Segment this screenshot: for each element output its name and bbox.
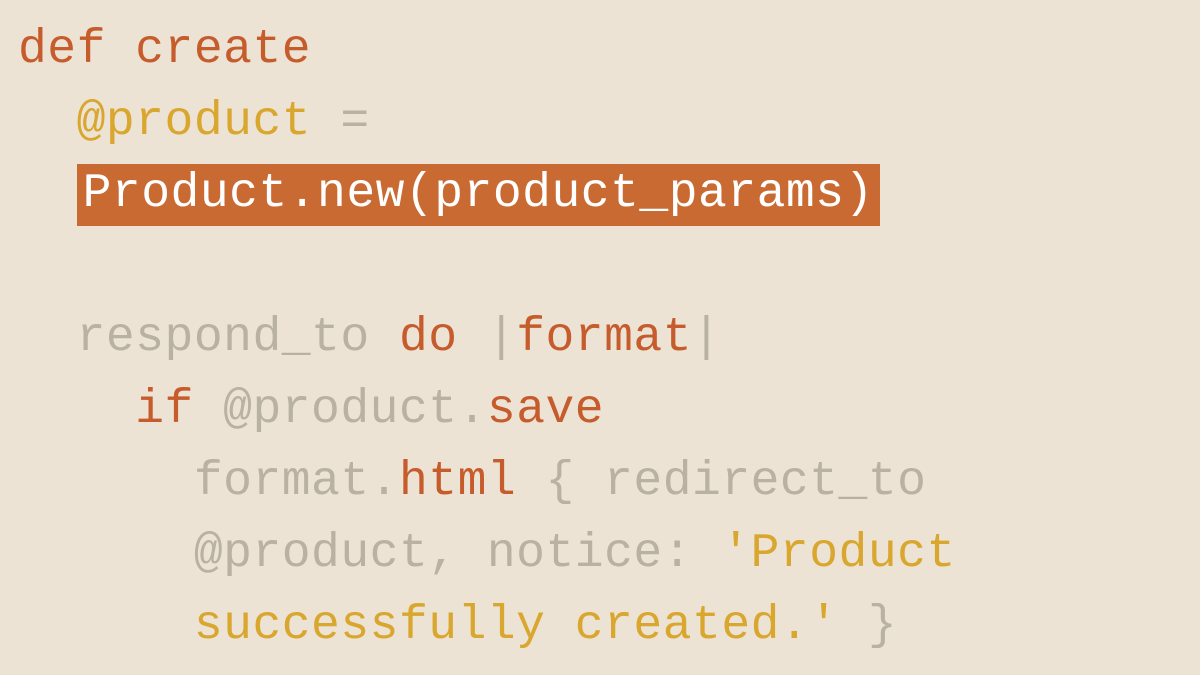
equals: = bbox=[311, 95, 399, 149]
method-html: html bbox=[399, 455, 516, 509]
keyword-if: if bbox=[135, 383, 194, 437]
dot-2: . bbox=[370, 455, 399, 509]
method-name: create bbox=[135, 23, 311, 77]
ivar-product-3: @product bbox=[194, 527, 428, 581]
highlighted-expression: Product.new(product_params) bbox=[77, 164, 880, 226]
pipe-open: | bbox=[458, 311, 517, 365]
code-block: def create @product = Product.new(produc… bbox=[0, 0, 1200, 662]
notice-key: , notice: bbox=[428, 527, 721, 581]
format-var: format bbox=[194, 455, 370, 509]
method-save: save bbox=[487, 383, 604, 437]
dot: . bbox=[458, 383, 487, 437]
ivar-product-2: @product bbox=[194, 383, 458, 437]
block-param-format: format bbox=[516, 311, 692, 365]
keyword-do: do bbox=[399, 311, 458, 365]
string-literal-2: successfully created. bbox=[194, 599, 809, 653]
brace-close: } bbox=[839, 599, 898, 653]
pipe-close: | bbox=[692, 311, 721, 365]
string-close: ' bbox=[809, 599, 838, 653]
ivar-product: @product bbox=[77, 95, 311, 149]
respond-to: respond_to bbox=[77, 311, 399, 365]
string-literal-1: 'Product bbox=[721, 527, 985, 581]
redirect-to: { redirect_to bbox=[516, 455, 956, 509]
keyword-def: def bbox=[18, 23, 106, 77]
